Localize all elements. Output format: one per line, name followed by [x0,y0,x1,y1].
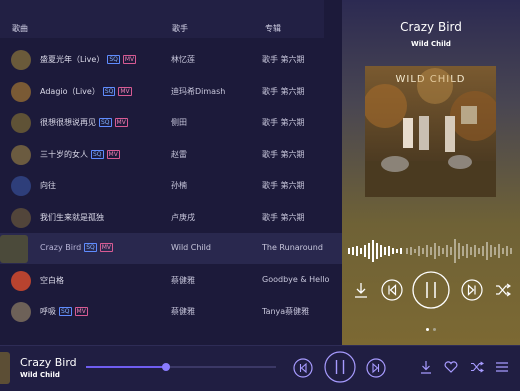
song-album[interactable]: 歌手 第六期 [262,86,305,97]
mv-badge[interactable]: MV [114,118,128,127]
song-avatar [11,81,31,102]
shuffle-icon[interactable] [470,361,484,373]
song-title: 盛夏光年（Live） SQ MV [40,54,137,65]
now-playing-artist: Wild Child [411,40,451,48]
song-row[interactable]: Adagio（Live） SQ MV 迪玛希Dimash 歌手 第六期 [0,76,342,107]
download-icon[interactable] [420,360,432,374]
song-artist[interactable]: 蔡健雅 [171,306,195,317]
song-artist[interactable]: 孙楠 [171,180,187,191]
now-playing-title: Crazy Bird [400,20,462,34]
song-title: 我们生来就是孤独 [40,212,104,223]
progress-knob[interactable] [161,363,170,371]
song-title: 很想很想说再见 SQ MV [40,117,128,128]
song-avatar [11,144,31,165]
song-title-text: 盛夏光年（Live） [40,55,105,64]
player-bar: Crazy Bird Wild Child [0,345,520,391]
sq-badge: SQ [91,149,104,159]
progress-fill [86,366,166,368]
prev-icon[interactable] [381,279,403,301]
song-album[interactable]: 歌手 第六期 [262,212,305,223]
song-album[interactable]: 歌手 第六期 [262,149,305,160]
mv-badge[interactable]: MV [118,86,132,96]
prev-icon[interactable] [293,358,313,378]
song-row[interactable]: 很想很想说再见 SQ MV 侧田 歌手 第六期 [0,107,342,138]
song-artist[interactable]: 林忆莲 [171,54,195,65]
mv-badge[interactable]: MV [99,243,114,252]
song-title: Adagio（Live） SQ MV [40,86,132,97]
song-avatar [11,302,31,322]
sq-badge: SQ [99,118,112,127]
player-title: Crazy Bird [20,356,77,369]
song-row[interactable]: 我们生来就是孤独 卢庚戌 歌手 第六期 [0,202,342,233]
song-title-text: Adagio（Live） [40,86,100,96]
shuffle-icon[interactable] [495,283,511,297]
song-title-text: 我们生来就是孤独 [40,212,104,222]
song-artist[interactable]: 卢庚戌 [171,212,195,223]
song-artist[interactable]: 迪玛希Dimash [171,86,225,97]
song-avatar [11,176,31,196]
song-album[interactable]: 歌手 第六期 [262,180,305,191]
song-artist[interactable]: Wild Child [171,243,211,252]
song-avatar [11,50,31,70]
sq-badge: SQ [102,86,116,96]
player-artist: Wild Child [20,371,60,379]
list-header: 歌曲 歌手 专辑 [0,0,324,38]
song-album[interactable]: 歌手 第六期 [262,117,305,128]
playlist-icon[interactable] [495,361,509,373]
song-artist[interactable]: 蔡健雅 [171,275,195,286]
sq-badge: SQ [84,243,97,252]
song-avatar [11,270,31,291]
page-dot[interactable] [433,328,436,331]
song-title: 呼吸 SQ MV [40,306,88,317]
song-row[interactable]: 空白格 蔡健雅 Goodbye & Hello [0,265,342,296]
pause-icon[interactable] [324,351,356,383]
song-avatar [11,113,31,133]
song-artist[interactable]: 赵雷 [171,149,187,160]
song-row[interactable]: 呼吸 SQ MV 蔡健雅 Tanya蔡健雅 [0,296,342,327]
song-row[interactable]: 三十岁的女人 SQ MV 赵雷 歌手 第六期 [0,139,342,170]
mv-badge[interactable]: MV [122,55,137,64]
mv-badge[interactable]: MV [106,149,120,159]
mv-badge[interactable]: MV [74,307,88,316]
progress-bar[interactable] [86,363,276,371]
song-avatar [11,207,31,228]
header-song: 歌曲 [12,24,28,33]
page-dot-active[interactable] [426,328,429,331]
music-app: 歌曲 歌手 专辑 盛夏光年（Live） SQ MV 林忆莲 歌手 第六期 Adagio（L… [0,0,520,391]
song-album[interactable]: The Runaround [262,243,323,252]
next-icon[interactable] [366,358,386,378]
song-list: 歌曲 歌手 专辑 盛夏光年（Live） SQ MV 林忆莲 歌手 第六期 Adagio（L… [0,0,342,345]
song-album[interactable]: Goodbye & Hello [262,275,329,284]
pause-icon[interactable] [412,271,450,309]
song-title-text: 向往 [40,181,56,190]
song-album[interactable]: 歌手 第六期 [262,54,305,65]
song-title: 向往 [40,180,56,191]
song-row[interactable]: 向往 孙楠 歌手 第六期 [0,170,342,201]
song-title: Crazy Bird SQ MV [40,243,114,252]
song-title-text: Crazy Bird [40,243,82,252]
song-title-text: 空白格 [40,275,64,285]
song-album[interactable]: Tanya蔡健雅 [262,306,309,317]
song-title-text: 三十岁的女人 [40,149,88,159]
song-row[interactable]: 盛夏光年（Live） SQ MV 林忆莲 歌手 第六期 [0,44,342,75]
download-icon[interactable] [354,282,368,298]
song-title-text: 很想很想说再见 [40,118,96,127]
song-avatar [0,235,28,263]
waveform [348,239,512,263]
song-title: 空白格 [40,275,64,286]
player-cover [0,352,10,384]
song-row[interactable]: Crazy Bird SQ MV Wild Child The Runaround [0,233,342,264]
now-playing-panel: Crazy Bird Wild Child WILD CHILD [342,0,520,345]
sq-badge: SQ [107,55,120,64]
heart-icon[interactable] [444,361,458,373]
song-artist[interactable]: 侧田 [171,117,187,128]
next-icon[interactable] [461,279,483,301]
album-cover: WILD CHILD [365,66,496,197]
header-album: 专辑 [265,24,281,33]
sq-badge: SQ [59,307,72,316]
header-artist: 歌手 [172,24,188,33]
song-title: 三十岁的女人 SQ MV [40,149,120,160]
song-title-text: 呼吸 [40,307,56,316]
